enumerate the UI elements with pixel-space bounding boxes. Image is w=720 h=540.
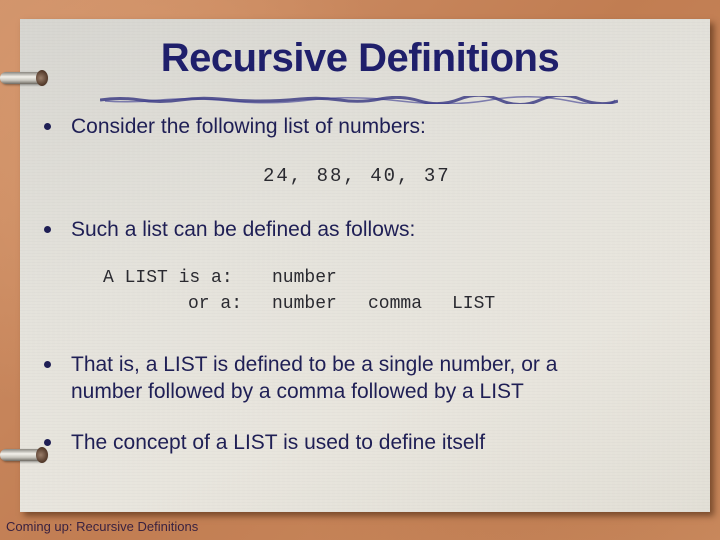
title-underline-scribble bbox=[100, 96, 618, 104]
bullet-text-continuation: number followed by a comma followed by a… bbox=[71, 380, 524, 403]
bullet-icon bbox=[44, 361, 51, 368]
definition-row2-part: LIST bbox=[452, 294, 496, 314]
definition-row1-label: A LIST is a: bbox=[103, 268, 233, 288]
bullet-icon bbox=[44, 439, 51, 446]
definition-row1-part: number bbox=[272, 268, 337, 288]
bullet-icon bbox=[44, 226, 51, 233]
footer-next-slide: Coming up: Recursive Definitions bbox=[6, 519, 199, 534]
number-list: 24, 88, 40, 37 bbox=[263, 165, 451, 187]
bullet-icon bbox=[44, 123, 51, 130]
slide-title: Recursive Definitions bbox=[160, 36, 560, 80]
definition-row2-label: or a: bbox=[188, 294, 243, 314]
binder-ring-icon bbox=[0, 447, 48, 463]
bullet-text: The concept of a LIST is used to define … bbox=[71, 431, 486, 454]
bullet-text: Consider the following list of numbers: bbox=[71, 115, 426, 138]
bullet-text: Such a list can be defined as follows: bbox=[71, 218, 416, 241]
definition-row2-part: comma bbox=[368, 294, 423, 314]
definition-row2-part: number bbox=[272, 294, 337, 314]
bullet-text: That is, a LIST is defined to be a singl… bbox=[71, 353, 558, 376]
